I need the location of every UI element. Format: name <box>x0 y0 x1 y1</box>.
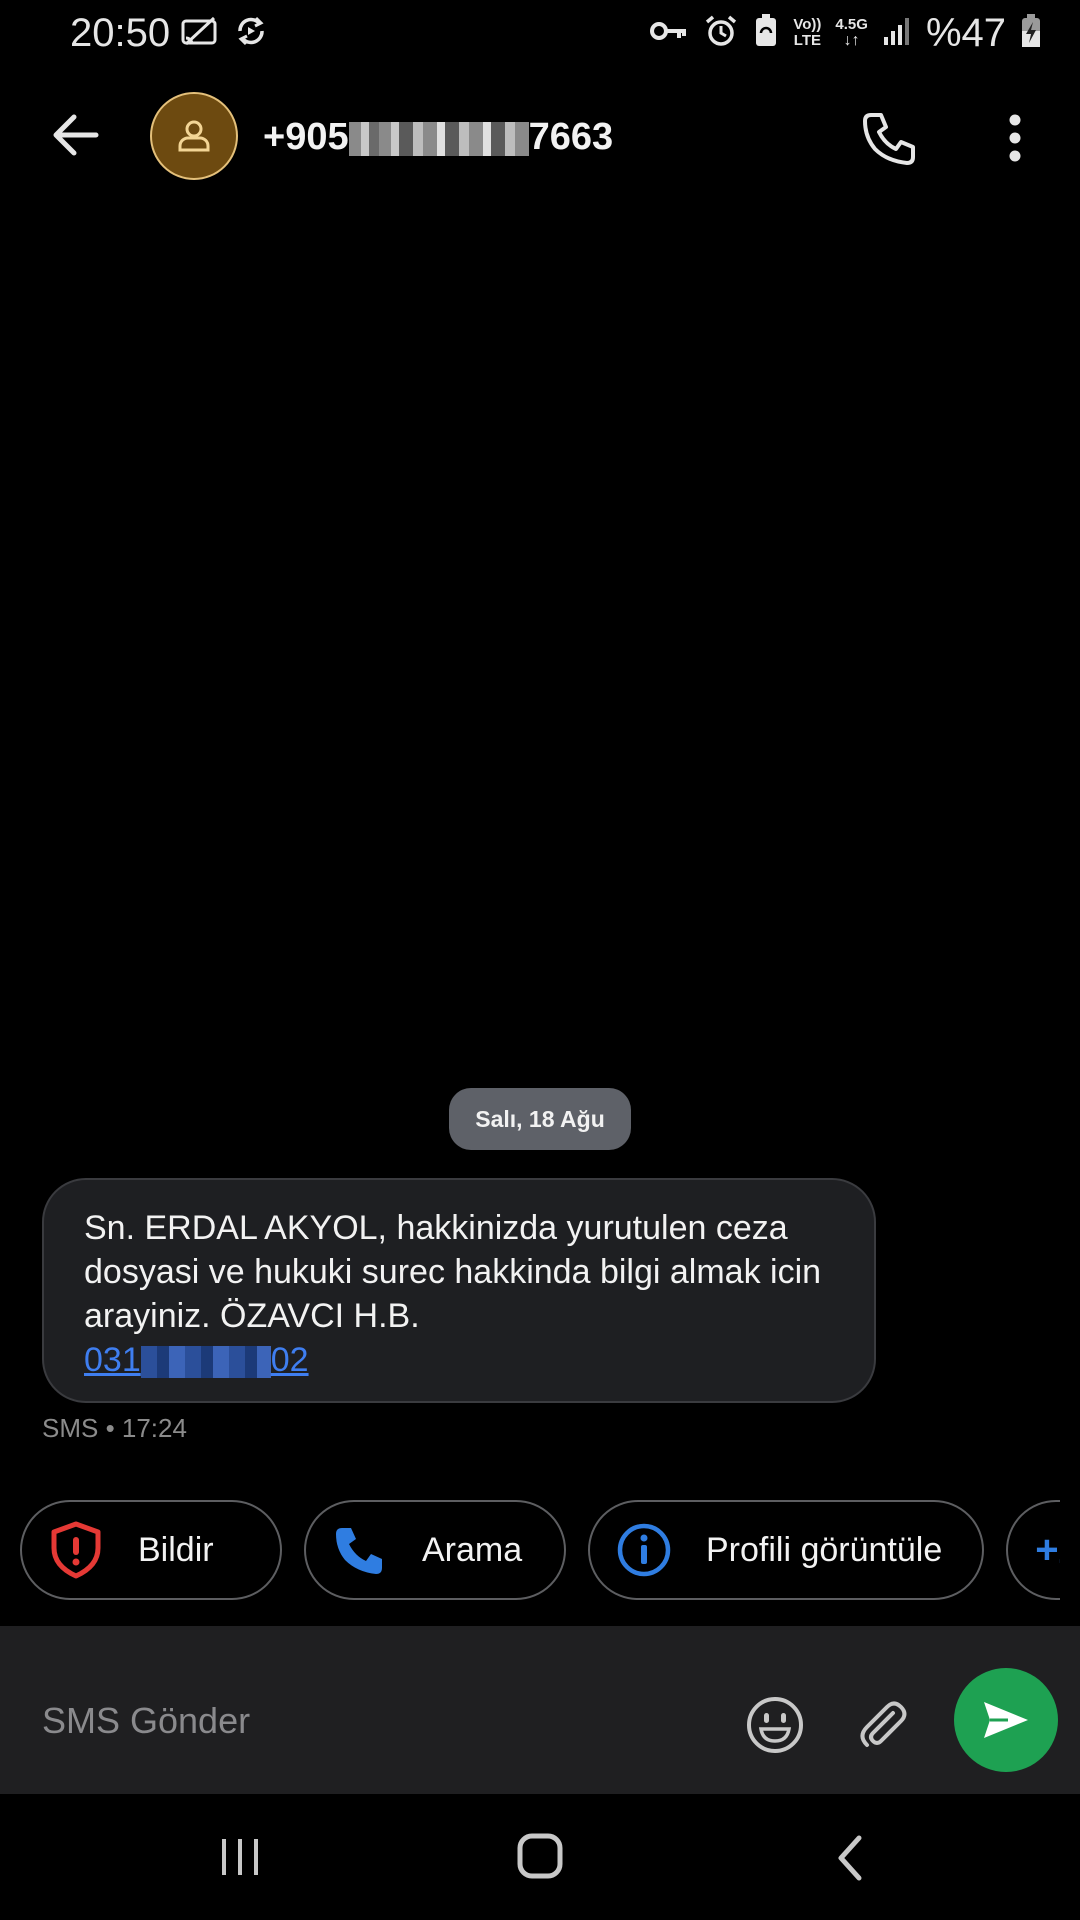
person-icon <box>178 120 210 152</box>
send-icon <box>984 1702 1028 1738</box>
report-shield-icon <box>44 1518 108 1582</box>
lte-label: LTE <box>793 32 821 49</box>
view-profile-label: Profili görüntüle <box>706 1530 943 1569</box>
data-arrows-icon: ↓↑ <box>843 32 860 49</box>
report-label: Bildir <box>138 1530 214 1569</box>
battery-percent: %47 <box>925 11 1006 55</box>
phone-icon <box>862 112 915 165</box>
back-button[interactable] <box>40 100 110 170</box>
message-phone-link[interactable]: 031 02 <box>84 1341 309 1379</box>
more-options-button[interactable] <box>990 100 1040 175</box>
recents-button[interactable] <box>210 1830 270 1884</box>
emoji-button[interactable] <box>740 1690 810 1760</box>
link-prefix: 031 <box>84 1341 141 1379</box>
contact-avatar[interactable] <box>150 92 238 180</box>
vpn-key-icon <box>649 16 689 51</box>
phone-icon <box>328 1518 392 1582</box>
signal-icon <box>882 15 912 52</box>
contact-number-suffix: 7663 <box>528 116 614 158</box>
sync-icon <box>234 14 268 53</box>
chevron-left-icon <box>838 1835 862 1881</box>
battery-charging-icon <box>1020 13 1042 54</box>
status-time: 20:50 <box>70 11 171 55</box>
redacted-block <box>140 1346 271 1379</box>
info-icon <box>612 1518 676 1582</box>
home-button[interactable] <box>512 1828 568 1884</box>
status-left-icons <box>180 14 268 53</box>
redacted-block <box>398 121 529 156</box>
attach-button[interactable] <box>848 1690 918 1760</box>
redacted-block <box>348 121 399 156</box>
contact-number-prefix: +90 <box>263 116 328 158</box>
message-input[interactable]: SMS Gönder <box>42 1700 250 1742</box>
data-indicator: 4.5G ↓↑ <box>835 17 868 49</box>
contact-number[interactable]: +905 7663 <box>263 112 613 162</box>
emoji-icon <box>747 1697 803 1753</box>
send-button[interactable] <box>954 1668 1058 1772</box>
link-suffix: 02 <box>270 1341 309 1379</box>
call-action-label: Arama <box>422 1530 523 1569</box>
report-button[interactable]: Bildir <box>20 1500 282 1600</box>
date-divider: Salı, 18 Ağu <box>449 1088 631 1150</box>
alarm-icon <box>703 13 739 54</box>
more-vert-icon <box>1009 114 1021 161</box>
attach-icon <box>860 1701 907 1747</box>
message-bubble[interactable]: Sn. ERDAL AKYOL, hakkinizda yurutulen ce… <box>42 1178 876 1403</box>
nav-back-button[interactable] <box>822 1830 878 1886</box>
network-indicator: Vo)) LTE <box>793 17 821 49</box>
add-contact-button[interactable]: +2 <box>1006 1500 1060 1600</box>
quick-actions-bar: Bildir Arama Profili görüntüle +2 <box>20 1500 1060 1604</box>
call-action-button[interactable]: Arama <box>304 1500 566 1600</box>
message-text: Sn. ERDAL AKYOL, hakkinizda yurutulen ce… <box>84 1209 822 1335</box>
back-arrow-icon <box>53 114 99 156</box>
battery-saver-icon <box>753 13 779 54</box>
message-meta: SMS • 17:24 <box>42 1413 187 1443</box>
home-icon <box>517 1833 563 1879</box>
cast-off-icon <box>180 14 220 53</box>
volte-label: Vo)) <box>793 16 822 33</box>
contact-number-digit: 5 <box>327 116 349 158</box>
view-profile-button[interactable]: Profili görüntüle <box>588 1500 984 1600</box>
speed-label: 4.5G <box>835 16 868 33</box>
recents-icon <box>222 1839 258 1875</box>
call-button[interactable] <box>852 100 927 175</box>
status-right: Vo)) LTE 4.5G ↓↑ %47 <box>649 8 1042 58</box>
add-contact-icon: +2 <box>1035 1527 1060 1572</box>
